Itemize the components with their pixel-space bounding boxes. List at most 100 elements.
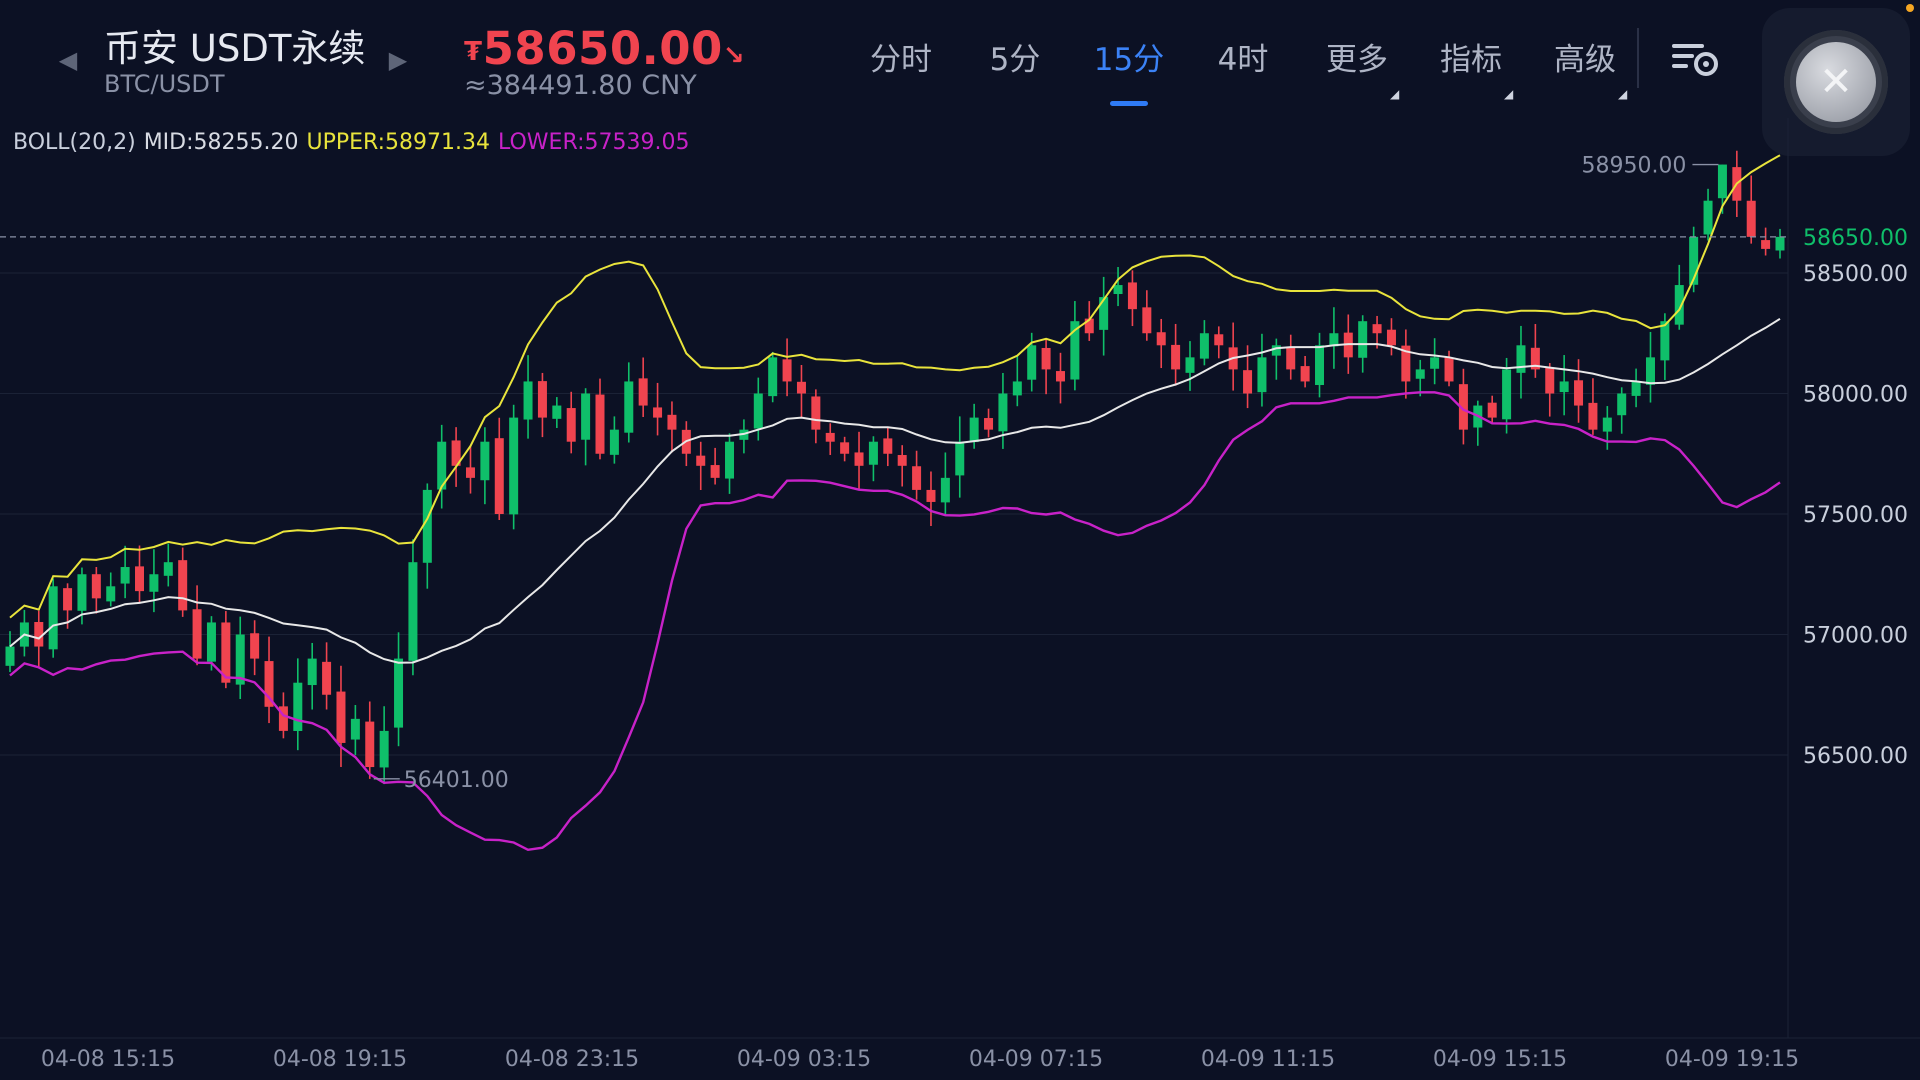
boll-upper-line [9, 154, 1781, 619]
candle [1761, 227, 1771, 256]
next-symbol-button[interactable]: ▶ [384, 40, 412, 80]
candle-body [1430, 357, 1440, 369]
tab-6[interactable]: 高级 ◢ [1528, 30, 1642, 101]
chart-settings-icon [1672, 44, 1718, 76]
candle [178, 547, 188, 617]
candle [1214, 326, 1224, 359]
tab-0[interactable]: 分时 [844, 30, 958, 90]
candle-body [969, 417, 979, 443]
dropdown-caret-icon: ◢ [1504, 87, 1514, 101]
header-divider [1637, 28, 1639, 88]
candle [19, 609, 29, 657]
tab-label: 指标 [1440, 42, 1502, 78]
symbol-pair: BTC/USDT [104, 70, 225, 98]
tab-2[interactable]: 15分 [1072, 30, 1186, 106]
y-axis: 58500.00 58000.00 57500.00 57000.00 56500.00 [1803, 262, 1908, 769]
candle [883, 427, 893, 467]
candle [1199, 320, 1209, 366]
candle [1386, 318, 1396, 356]
candle [1329, 307, 1339, 369]
candlestick-chart[interactable]: 58500.00 58000.00 57500.00 57000.00 56500.00… [0, 118, 1920, 1080]
max-price-label: 58950.00 [1581, 154, 1686, 179]
candle-body [465, 467, 475, 478]
candle [1070, 301, 1080, 391]
candle-body [868, 441, 878, 465]
tab-label: 分时 [870, 42, 932, 78]
candle [465, 445, 475, 494]
price-cny: ≈384491.80 CNY [464, 70, 697, 101]
candle-body [5, 646, 15, 666]
candle [696, 441, 706, 491]
candle [1645, 331, 1655, 403]
candle [624, 362, 634, 443]
tab-4[interactable]: 更多 ◢ [1300, 30, 1414, 101]
candle-body [825, 432, 835, 442]
candle-body [725, 441, 735, 479]
candle-body [1156, 332, 1166, 346]
candle-body [1487, 402, 1497, 418]
x-tick-label: 04-08 19:15 [273, 1047, 407, 1072]
candle [307, 642, 317, 710]
candle-body [1055, 371, 1065, 382]
candle-body [1171, 344, 1181, 370]
candle-body [796, 381, 806, 394]
candle-body [552, 405, 562, 419]
candle-body [1660, 321, 1670, 361]
candle-body [192, 609, 202, 659]
y-tick-label: 58500.00 [1803, 262, 1908, 287]
symbol-title[interactable]: 币安 USDT永续 [104, 18, 365, 72]
x-tick-label: 04-08 15:15 [41, 1047, 175, 1072]
candle [1530, 324, 1540, 378]
candle [796, 364, 806, 418]
candle [494, 417, 504, 520]
candle [1171, 323, 1181, 386]
x-tick-label: 04-09 07:15 [969, 1047, 1103, 1072]
candle [379, 706, 389, 785]
candle [581, 388, 591, 466]
tab-3[interactable]: 4时 [1186, 30, 1300, 90]
candle [595, 378, 605, 460]
candle [552, 397, 562, 428]
tab-1[interactable]: 5分 [958, 30, 1072, 90]
chart-settings-button[interactable] [1668, 38, 1724, 82]
candle-body [1588, 402, 1598, 430]
candle-body [1717, 164, 1727, 199]
candle-body [883, 438, 893, 454]
candle-body [940, 477, 950, 503]
candle-body [1300, 366, 1310, 382]
candle [192, 585, 202, 666]
prev-symbol-button[interactable]: ◀ [54, 40, 82, 80]
candle-body [322, 661, 332, 695]
candle [825, 423, 835, 455]
candle [1574, 359, 1584, 423]
candle-body [638, 378, 648, 406]
candle-body [1545, 367, 1555, 394]
candle-body [149, 574, 159, 592]
candle-body [1415, 369, 1425, 379]
candle [163, 543, 173, 587]
candle-body [1516, 345, 1526, 373]
candle-body [1775, 236, 1785, 251]
candle [1559, 355, 1569, 416]
min-price-label: 56401.00 [404, 768, 509, 793]
candle-body [77, 574, 87, 611]
candle-body [998, 393, 1008, 432]
candle [1315, 332, 1325, 398]
candle [1142, 290, 1152, 341]
candle [998, 372, 1008, 449]
candle-body [120, 567, 130, 584]
tab-5[interactable]: 指标 ◢ [1414, 30, 1528, 101]
candle-body [581, 393, 591, 440]
candle [955, 416, 965, 498]
candle-body [1559, 381, 1569, 393]
candle-body [178, 560, 188, 611]
close-icon: ✕ [1796, 42, 1876, 122]
candle-body [1602, 417, 1612, 432]
tab-label: 15分 [1093, 42, 1165, 78]
candle [1516, 325, 1526, 399]
candle [149, 549, 159, 613]
candle-body [480, 441, 490, 481]
current-price-label: 58650.00 [1803, 226, 1908, 251]
y-tick-label: 57500.00 [1803, 503, 1908, 528]
candle [725, 433, 735, 494]
